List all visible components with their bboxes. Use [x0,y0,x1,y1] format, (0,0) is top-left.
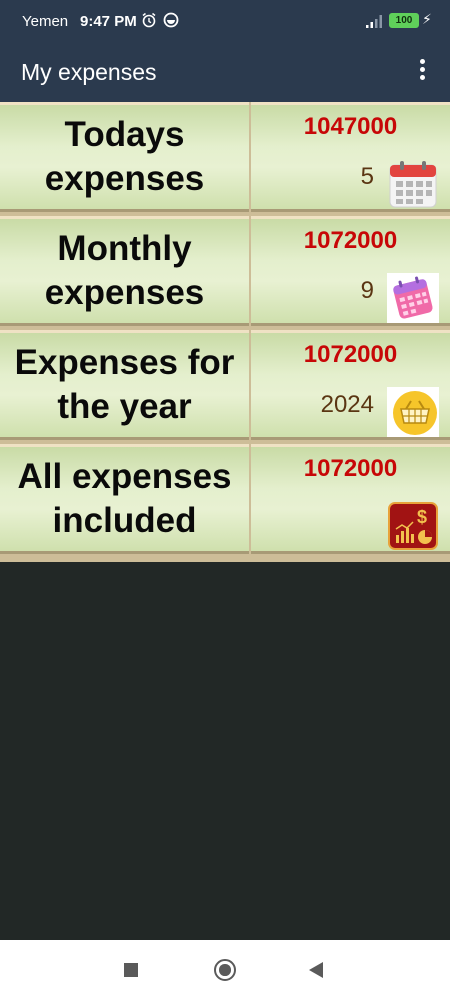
row-amount: 1072000 [303,227,398,254]
app-bar: My expenses [0,42,450,102]
battery-indicator: 100 [389,13,419,28]
row-label-cell: Expenses for the year [0,330,249,440]
row-count: 9 [360,277,374,304]
status-bar: Yemen 9:47 PM 100 ⚡ [0,0,450,42]
row-amount: 1047000 [303,113,398,140]
back-icon[interactable] [308,961,324,979]
row-value-cell: 1072000 2024 [251,330,450,440]
charging-icon: ⚡ [422,11,432,27]
row-label: Monthly expenses [44,229,205,312]
do-not-disturb-icon [163,12,179,28]
home-icon[interactable] [214,959,236,981]
carrier-name: Yemen [22,13,69,30]
basket-icon [387,387,439,437]
row-amount: 1072000 [303,341,398,368]
row-label: All expenses included [17,457,232,540]
row-amount: 1072000 [303,455,398,482]
row-label: Todays expenses [44,115,205,198]
battery-level: 100 [395,15,413,26]
expense-list: Todays expenses 1047000 5 Monthly expens… [0,102,450,562]
row-label-cell: All expenses included [0,444,249,554]
signal-icon [366,15,382,28]
calendar-icon [389,161,437,208]
finance-chart-icon: $ [388,502,438,550]
row-value-cell: 1047000 5 [251,102,450,212]
page-title: My expenses [21,59,157,85]
row-count: 5 [360,163,374,190]
overflow-menu-icon[interactable] [410,56,434,88]
row-count: 2024 [320,391,374,418]
list-item-all[interactable]: All expenses included 1072000 $ [0,444,450,554]
svg-text:$: $ [417,507,427,527]
alarm-icon [142,12,156,28]
row-label-cell: Todays expenses [0,102,249,212]
pink-calendar-icon [387,273,439,323]
list-item-monthly[interactable]: Monthly expenses 1072000 9 [0,216,450,326]
clock-time: 9:47 PM [80,13,137,30]
list-item-today[interactable]: Todays expenses 1047000 5 [0,102,450,212]
row-value-cell: 1072000 9 [251,216,450,326]
row-label: Expenses for the year [14,343,235,426]
row-label-cell: Monthly expenses [0,216,249,326]
row-value-cell: 1072000 $ [251,444,450,554]
recent-apps-icon[interactable] [124,963,138,977]
list-item-yearly[interactable]: Expenses for the year 1072000 2024 [0,330,450,440]
